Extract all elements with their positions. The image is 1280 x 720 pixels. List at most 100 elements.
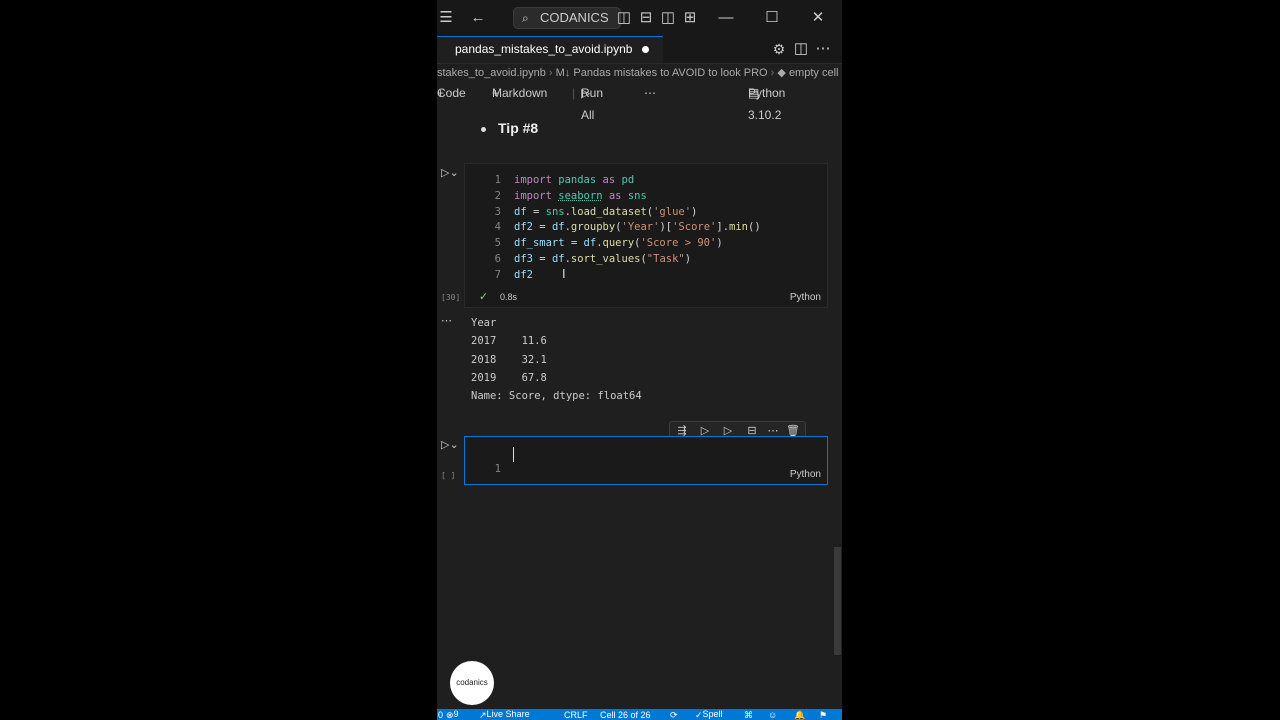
output-line: 2017 11.6 bbox=[471, 335, 547, 348]
code-line[interactable]: 5 df_smart = df.query('Score > 90') bbox=[465, 236, 825, 252]
check-icon: ✓ bbox=[479, 291, 489, 303]
code-token: df bbox=[551, 252, 565, 265]
run-cell-icon[interactable]: ▷⌄ bbox=[441, 166, 459, 179]
line-number: 3 bbox=[494, 205, 501, 218]
code-line[interactable]: 3 df = sns.load_dataset('glue') bbox=[465, 205, 825, 221]
code-line[interactable]: 4 df2 = df.groupby('Year')['Score'].min() bbox=[465, 220, 825, 236]
code-token: 'Score > 90' bbox=[640, 237, 717, 250]
forward-arrow-icon[interactable] bbox=[490, 9, 508, 27]
feedback-icon[interactable]: ☺ bbox=[768, 709, 777, 720]
code-text: import pandas as pd bbox=[514, 173, 634, 189]
live-share-button[interactable]: ↗ Live Share bbox=[479, 709, 530, 720]
line-number: 2 bbox=[494, 189, 501, 202]
code-text: df = sns.load_dataset('glue') bbox=[514, 205, 697, 221]
code-editor[interactable]: 1 bbox=[465, 446, 825, 509]
code-text: df3 = df.sort_values("Task") bbox=[514, 252, 691, 268]
sync-icon[interactable]: ⟳ bbox=[670, 709, 678, 720]
code-token: = bbox=[526, 205, 546, 218]
vscode-window: ☰ ← ⌕ CODANICS ◫ ⊟ ◫ ⊞ — ☐ ✕ pandas_mist… bbox=[437, 0, 842, 720]
search-icon: ⌕ bbox=[522, 11, 529, 25]
code-token: pd bbox=[621, 174, 635, 186]
code-token: sns bbox=[627, 189, 647, 202]
line-number: 1 bbox=[494, 174, 501, 186]
line-number: 7 bbox=[494, 268, 501, 281]
breadcrumb-file[interactable]: stakes_to_avoid.ipynb bbox=[437, 67, 546, 79]
code-token: 'Score' bbox=[672, 221, 717, 234]
text-cursor-icon: I bbox=[562, 266, 566, 281]
search-label: CODANICS bbox=[540, 10, 609, 25]
code-line[interactable]: 2 import seaborn as sns bbox=[465, 189, 825, 205]
bullet-icon bbox=[481, 126, 486, 132]
minimize-icon[interactable]: — bbox=[717, 9, 735, 27]
toggle-sidebar-icon[interactable]: ◫ bbox=[615, 9, 633, 27]
tab-label: pandas_mistakes_to_avoid.ipynb bbox=[455, 42, 633, 56]
eol-indicator[interactable]: CRLF bbox=[564, 709, 588, 720]
code-token: = bbox=[532, 252, 552, 265]
notebook-toolbar: + Code + Markdown | ▷ Run All ⋯ ▤ Python… bbox=[437, 82, 842, 122]
code-token: 'Year' bbox=[621, 221, 660, 234]
code-line[interactable]: 6 df3 = df.sort_values("Task") bbox=[465, 252, 825, 268]
breadcrumb-cell[interactable]: empty cell bbox=[789, 67, 839, 79]
more-actions-icon[interactable]: ⋯ bbox=[814, 40, 832, 58]
menu-icon[interactable]: ☰ bbox=[437, 9, 455, 27]
execution-count: [30] bbox=[441, 293, 461, 302]
copilot-icon[interactable]: ⌘ bbox=[744, 709, 753, 720]
code-line[interactable]: 7 df2 bbox=[465, 268, 825, 284]
line-number: 6 bbox=[494, 252, 501, 265]
command-search[interactable]: ⌕ CODANICS bbox=[513, 7, 621, 29]
cell-icon: ◆ bbox=[777, 67, 786, 79]
execution-count: [ ] bbox=[441, 471, 456, 480]
code-token: )[ bbox=[659, 221, 673, 234]
toggle-secondary-sidebar-icon[interactable]: ◫ bbox=[659, 9, 677, 27]
code-text: df_smart = df.query('Score > 90') bbox=[514, 236, 723, 252]
code-token: pandas bbox=[558, 174, 597, 186]
scrollbar[interactable] bbox=[834, 547, 841, 655]
spell-check[interactable]: ✓ Spell bbox=[695, 709, 723, 720]
title-bar: ☰ ← ⌕ CODANICS ◫ ⊟ ◫ ⊞ — ☐ ✕ bbox=[437, 0, 842, 36]
gear-icon[interactable]: ⚙ bbox=[770, 40, 788, 58]
maximize-icon[interactable]: ☐ bbox=[763, 9, 781, 27]
code-token: () bbox=[748, 221, 761, 234]
toggle-panel-icon[interactable]: ⊟ bbox=[637, 9, 655, 27]
code-token: = bbox=[564, 237, 584, 250]
tab-bar: pandas_mistakes_to_avoid.ipynb ⚙ ◫ ⋯ bbox=[437, 36, 842, 64]
code-token: "Task" bbox=[646, 252, 685, 265]
broadcast-icon[interactable]: ⚑ bbox=[819, 709, 827, 720]
customize-layout-icon[interactable]: ⊞ bbox=[681, 9, 699, 27]
notifications-icon[interactable]: 🔔 bbox=[794, 709, 805, 720]
code-token: df_smart bbox=[514, 237, 565, 250]
execution-time: 0.8s bbox=[500, 292, 518, 302]
code-token: ) bbox=[716, 237, 723, 250]
cell-language[interactable]: Python bbox=[790, 469, 821, 480]
code-line[interactable]: 1 import pandas as pd bbox=[465, 173, 825, 189]
code-cell[interactable]: 1 import pandas as pd 2 import seaborn as s… bbox=[464, 163, 828, 308]
code-editor[interactable]: 1 import pandas as pd 2 import seaborn as s… bbox=[465, 173, 825, 284]
code-token: df3 bbox=[514, 252, 533, 265]
toolbar-divider: | bbox=[572, 86, 576, 100]
code-token: min bbox=[729, 221, 748, 234]
code-text: df2 bbox=[514, 268, 533, 284]
cell-language[interactable]: Python bbox=[790, 292, 821, 303]
problems-indicator[interactable]: ⊗ 9 bbox=[446, 709, 459, 720]
run-cell-icon[interactable]: ▷⌄ bbox=[441, 438, 459, 451]
breadcrumb-heading[interactable]: Pandas mistakes to AVOID to look PRO bbox=[573, 67, 767, 79]
code-cell-active[interactable]: 1 Python bbox=[464, 436, 828, 485]
remote-indicator[interactable]: 0 bbox=[438, 709, 443, 720]
back-arrow-icon[interactable]: ← bbox=[469, 9, 487, 27]
cell-position[interactable]: Cell 26 of 26 bbox=[600, 709, 651, 720]
code-token: 'glue' bbox=[653, 205, 692, 218]
code-token: load_dataset bbox=[570, 205, 647, 218]
output-line: 2018 32.1 bbox=[471, 353, 547, 366]
code-token: seaborn bbox=[558, 189, 603, 202]
code-token: groupby bbox=[570, 221, 616, 234]
split-editor-icon[interactable]: ◫ bbox=[792, 40, 810, 58]
output-line: 2019 67.8 bbox=[471, 371, 547, 384]
close-icon[interactable]: ✕ bbox=[809, 9, 827, 27]
markdown-cell-tip: Tip #8 bbox=[481, 118, 538, 138]
code-token: as bbox=[596, 174, 622, 186]
tab-notebook[interactable]: pandas_mistakes_to_avoid.ipynb bbox=[437, 36, 664, 63]
output-more-icon[interactable]: ⋯ bbox=[441, 314, 452, 327]
toolbar-more-icon[interactable]: ⋯ bbox=[644, 82, 656, 104]
code-token: df2 bbox=[514, 268, 533, 281]
code-token: df bbox=[551, 221, 565, 234]
